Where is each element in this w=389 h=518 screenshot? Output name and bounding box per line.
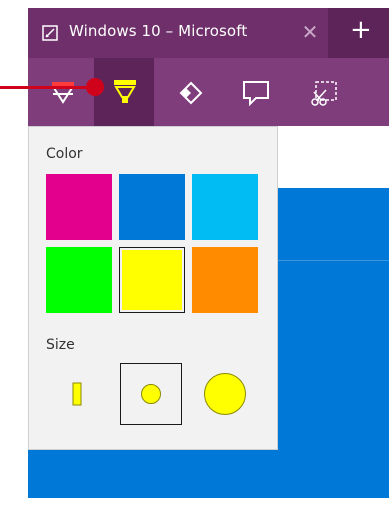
- color-swatch-orange[interactable]: [192, 247, 258, 313]
- inking-toolbar: [28, 58, 389, 126]
- color-swatch-magenta[interactable]: [46, 174, 112, 240]
- callout-dot: [86, 78, 104, 96]
- browser-window: Windows 10 – Microsoft ✕ + Color Size: [28, 8, 389, 518]
- small-size-icon: [72, 382, 82, 406]
- new-tab-button[interactable]: +: [328, 8, 389, 58]
- tab-bar: Windows 10 – Microsoft ✕ +: [28, 8, 389, 58]
- tab-title: Windows 10 – Microsoft: [69, 22, 248, 40]
- large-size-icon: [204, 373, 246, 415]
- page-icon: [42, 25, 58, 41]
- close-tab-icon[interactable]: ✕: [300, 20, 320, 44]
- comment-tool-button[interactable]: [230, 58, 290, 126]
- callout-line: [0, 86, 90, 89]
- color-swatch-cyan[interactable]: [192, 174, 258, 240]
- size-option-medium[interactable]: [120, 363, 182, 425]
- color-swatch-blue[interactable]: [119, 174, 185, 240]
- eraser-icon: [179, 81, 203, 105]
- highlighter-tool-button[interactable]: [94, 58, 154, 126]
- color-swatch-yellow[interactable]: [119, 247, 185, 313]
- highlighter-icon: [114, 80, 136, 103]
- eraser-tool-button[interactable]: [166, 58, 226, 126]
- color-section-label: Color: [46, 146, 83, 162]
- size-section-label: Size: [46, 337, 75, 353]
- plus-icon: +: [350, 15, 372, 45]
- size-option-small[interactable]: [46, 363, 108, 425]
- clip-tool-button[interactable]: [296, 58, 356, 126]
- swatch-fill: [122, 250, 182, 310]
- medium-size-icon: [141, 384, 161, 404]
- color-swatch-green[interactable]: [46, 247, 112, 313]
- clip-icon: [311, 81, 337, 106]
- pen-icon: [52, 82, 74, 104]
- browser-tab[interactable]: Windows 10 – Microsoft ✕: [28, 8, 328, 58]
- size-option-large[interactable]: [194, 363, 256, 425]
- highlighter-options-flyout: Color Size: [28, 126, 278, 450]
- comment-icon: [243, 81, 269, 106]
